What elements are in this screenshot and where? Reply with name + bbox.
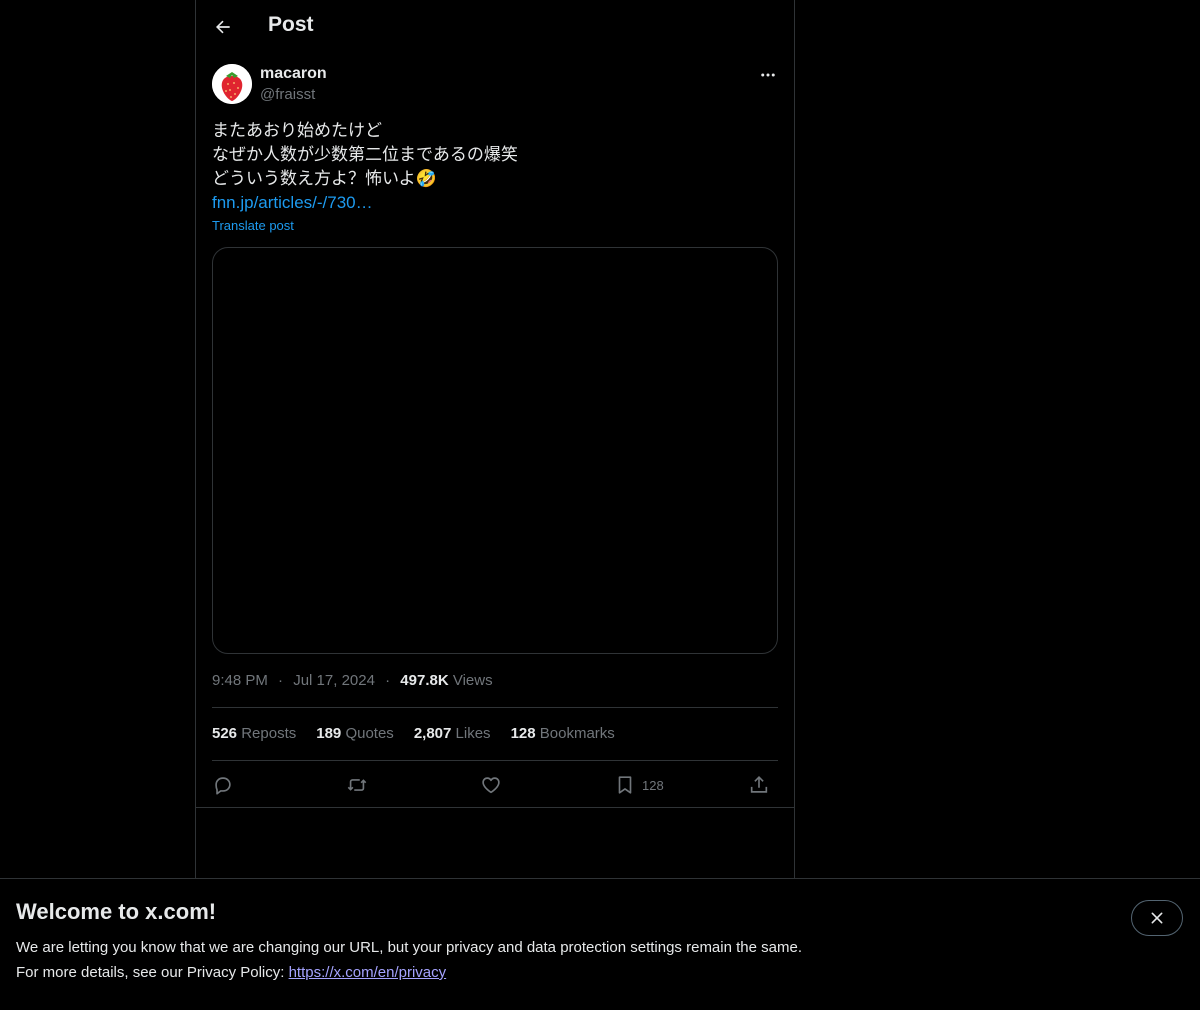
bookmark-button[interactable]: 128 (614, 770, 664, 800)
translate-post-link[interactable]: Translate post (212, 218, 294, 233)
privacy-policy-link[interactable]: https://x.com/en/privacy (289, 964, 447, 981)
more-horizontal-icon (761, 73, 775, 77)
author-display-name[interactable]: macaron (260, 65, 327, 83)
post-column: Post macaron @fraisst またあおり始めたけど なぜか人数が少… (195, 0, 795, 1009)
stat-count: 128 (510, 725, 536, 742)
stat-label: Quotes (345, 725, 394, 742)
quotes-stat[interactable]: 189 Quotes (316, 725, 394, 742)
share-icon (750, 776, 768, 793)
like-button[interactable] (480, 770, 502, 800)
repost-icon (347, 779, 367, 791)
engagement-stats: 526 Reposts 189 Quotes 2,807 Likes 128 B… (212, 725, 615, 742)
post-text-line: どういう数え方よ？怖いよ🤣 (212, 169, 437, 188)
arrow-left-icon (216, 20, 230, 34)
meta-separator: · (278, 672, 284, 689)
stat-label: Likes (455, 725, 491, 742)
views-label: Views (452, 672, 493, 689)
stat-count: 526 (212, 725, 238, 742)
stat-label: Reposts (241, 725, 297, 742)
reposts-stat[interactable]: 526 Reposts (212, 725, 296, 742)
banner-line: We are letting you know that we are chan… (16, 939, 802, 956)
likes-stat[interactable]: 2,807 Likes (414, 725, 491, 742)
reply-button[interactable] (212, 770, 234, 800)
stat-count: 189 (316, 725, 342, 742)
divider (212, 707, 778, 708)
banner-line: For more details, see our Privacy Policy… (16, 960, 802, 985)
bookmark-icon (618, 776, 632, 794)
views-count: 497.8K (400, 672, 449, 689)
article-link[interactable]: fnn.jp/articles/-/730… (212, 191, 772, 215)
more-options-button[interactable] (756, 64, 780, 86)
repost-button[interactable] (346, 770, 368, 800)
back-button[interactable] (206, 10, 240, 44)
post-time[interactable]: 9:48 PM (212, 672, 268, 689)
banner-prefix: For more details, see our Privacy Policy… (16, 964, 289, 981)
strawberry-avatar-icon (212, 64, 252, 104)
page-title: Post (268, 13, 314, 36)
stat-label: Bookmarks (539, 725, 615, 742)
post-text-line: なぜか人数が少数第二位まであるの爆笑 (212, 145, 518, 164)
reply-icon (215, 777, 231, 795)
post-text-line: またあおり始めたけど (212, 121, 382, 140)
post-header: Post (196, 0, 794, 53)
close-banner-button[interactable] (1131, 900, 1183, 936)
post-text: またあおり始めたけど なぜか人数が少数第二位まであるの爆笑 どういう数え方よ？怖… (212, 119, 772, 215)
avatar[interactable] (212, 64, 252, 104)
banner-title: Welcome to x.com! (16, 899, 217, 924)
author-handle[interactable]: @fraisst (260, 86, 315, 103)
action-bar: 128 (212, 770, 778, 800)
meta-separator: · (385, 672, 391, 689)
heart-icon (482, 777, 500, 794)
share-button[interactable] (748, 770, 770, 800)
bookmarks-stat[interactable]: 128 Bookmarks (511, 725, 615, 742)
stat-count: 2,807 (413, 725, 452, 742)
divider (196, 807, 794, 808)
post-date[interactable]: Jul 17, 2024 (293, 672, 375, 689)
divider (212, 760, 778, 761)
close-icon (1151, 912, 1163, 924)
media-card[interactable] (212, 247, 778, 654)
post-metadata: 9:48 PM · Jul 17, 2024 · 497.8K Views (212, 672, 493, 689)
banner-text: We are letting you know that we are chan… (16, 935, 802, 985)
bookmark-count: 128 (642, 777, 664, 793)
welcome-banner: Welcome to x.com! We are letting you kno… (0, 878, 1200, 1010)
